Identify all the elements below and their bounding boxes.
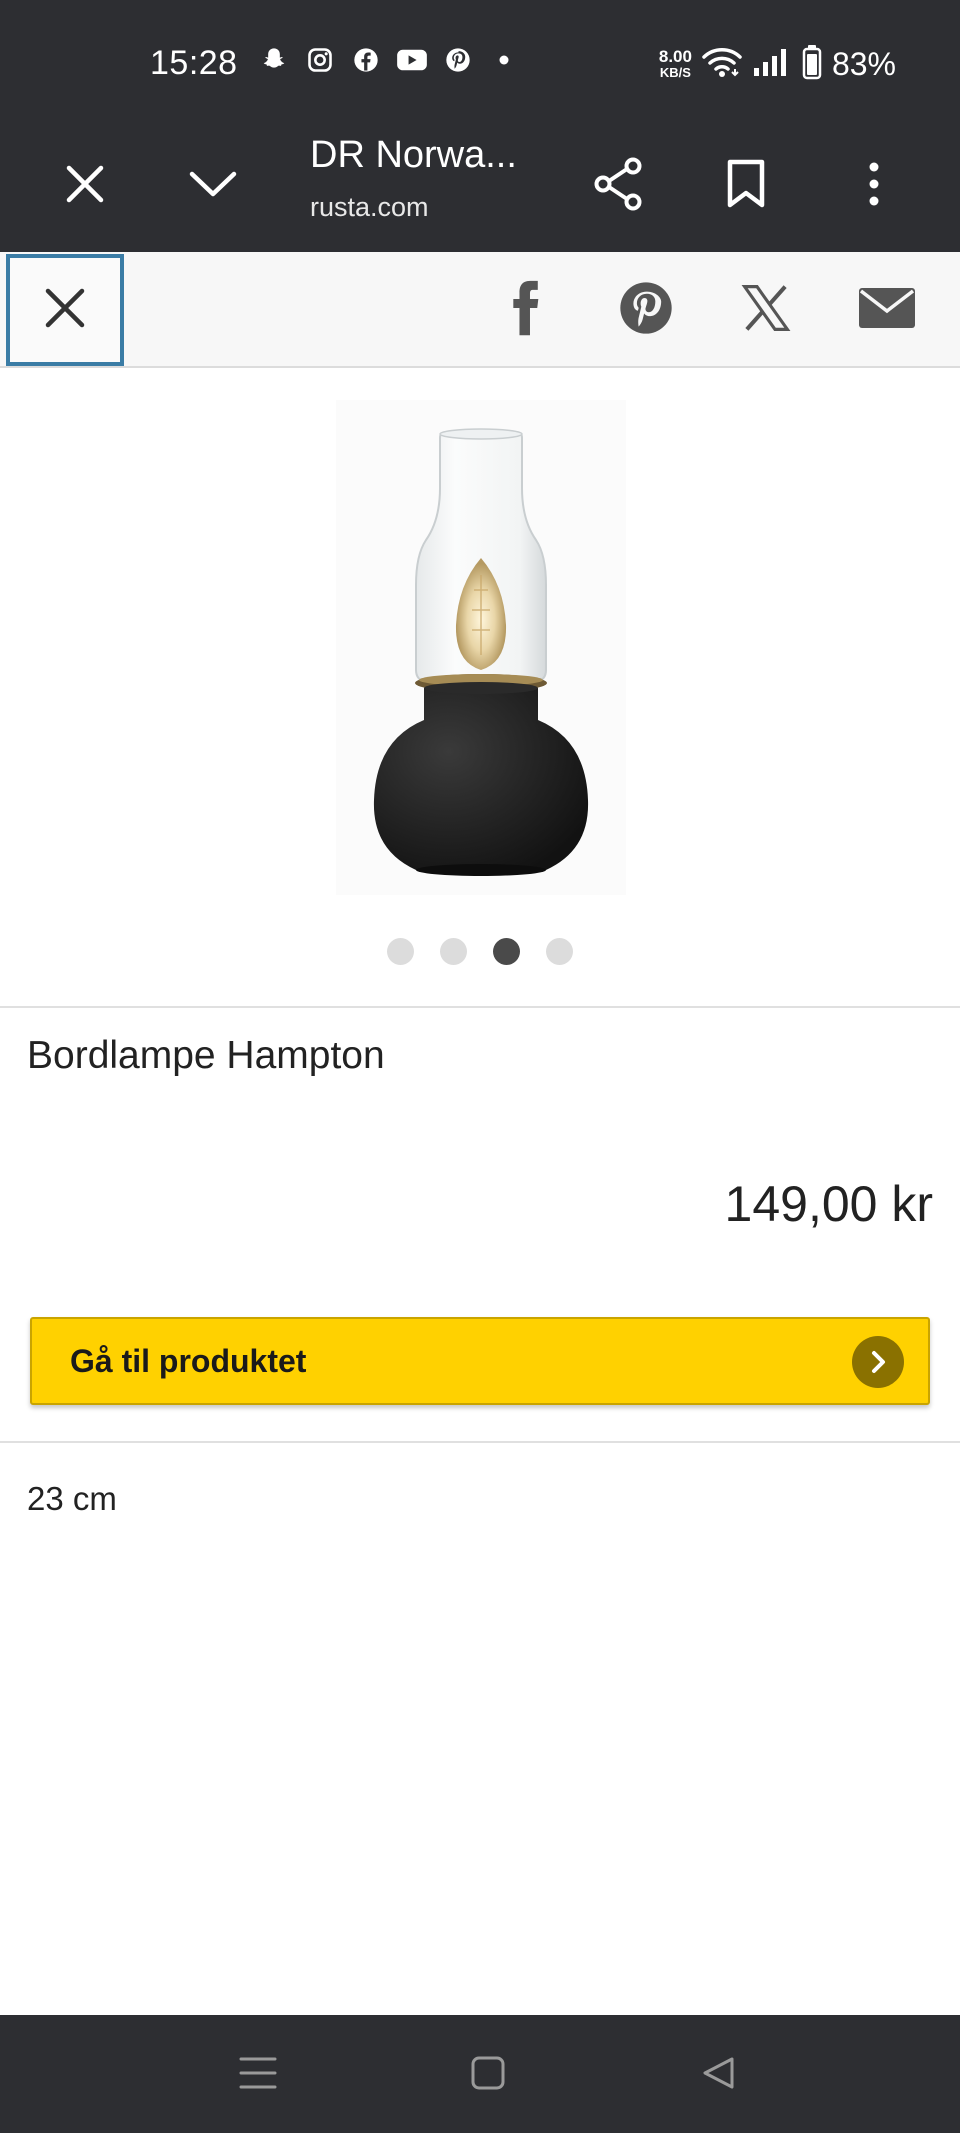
product-size: 23 cm [27, 1480, 117, 1517]
minimize-button[interactable] [175, 148, 251, 224]
facebook-icon [350, 44, 382, 76]
page-title[interactable]: DR Norwa... [310, 134, 517, 177]
close-icon [43, 286, 87, 335]
share-pinterest-button[interactable] [614, 278, 678, 342]
browser-toolbar: DR Norwa... rusta.com [0, 120, 960, 252]
mail-icon [858, 287, 916, 334]
go-to-product-label: Gå til produktet [70, 1343, 307, 1379]
network-speed: 8.00 KB/S [658, 46, 692, 81]
go-to-product-button[interactable]: Gå til produktet [30, 1317, 930, 1405]
menu-icon [239, 2055, 277, 2096]
back-button[interactable] [688, 2045, 748, 2105]
status-time: 15:28 [150, 44, 238, 82]
battery-percent: 83% [831, 46, 896, 82]
square-icon [470, 2055, 506, 2096]
lamp-illustration [373, 428, 589, 876]
home-button[interactable] [458, 2045, 518, 2105]
close-tab-button[interactable] [47, 148, 123, 224]
share-facebook-button[interactable] [494, 278, 558, 342]
divider [0, 1006, 960, 1008]
notification-icons [258, 44, 520, 76]
share-email-button[interactable] [855, 278, 919, 342]
share-bar [0, 252, 960, 368]
signal-icon [752, 46, 792, 83]
network-speed-value: 8.00 [658, 46, 692, 66]
share-button[interactable] [580, 148, 656, 224]
facebook-icon [504, 279, 548, 342]
product-image[interactable] [336, 400, 626, 895]
back-triangle-icon [700, 2055, 736, 2096]
share-x-button[interactable] [734, 278, 798, 342]
carousel-dot[interactable] [546, 938, 573, 965]
recent-apps-button[interactable] [228, 2045, 288, 2105]
status-bar: 15:28 8.00 KB/S 83% [0, 0, 960, 120]
close-icon [64, 163, 106, 210]
divider [0, 1441, 960, 1443]
network-speed-unit: KB/S [659, 64, 691, 80]
share-close-button[interactable] [6, 254, 124, 366]
bookmark-icon [726, 159, 766, 214]
carousel-dot[interactable] [440, 938, 467, 965]
dot-icon [488, 44, 520, 76]
bookmark-button[interactable] [708, 148, 784, 224]
more-vertical-icon [867, 161, 881, 212]
instagram-icon [304, 44, 336, 76]
product-name: Bordlampe Hampton [27, 1034, 385, 1077]
carousel-dot[interactable] [493, 938, 520, 965]
pinterest-icon [618, 280, 674, 341]
battery-icon [802, 44, 822, 85]
product-price: 149,00 kr [724, 1176, 933, 1232]
system-nav-bar [0, 2015, 960, 2133]
chevron-right-icon [852, 1336, 904, 1388]
page-url[interactable]: rusta.com [310, 192, 429, 223]
status-right: 8.00 KB/S 83% [659, 44, 896, 85]
snapchat-icon [258, 44, 290, 76]
chevron-down-icon [188, 168, 238, 205]
x-icon [739, 281, 793, 340]
carousel-dot[interactable] [387, 938, 414, 965]
more-options-button[interactable] [836, 148, 912, 224]
carousel-indicators [0, 938, 960, 965]
youtube-icon [396, 44, 428, 76]
share-icon [592, 156, 644, 217]
pinterest-icon [442, 44, 474, 76]
wifi-icon [702, 45, 742, 84]
